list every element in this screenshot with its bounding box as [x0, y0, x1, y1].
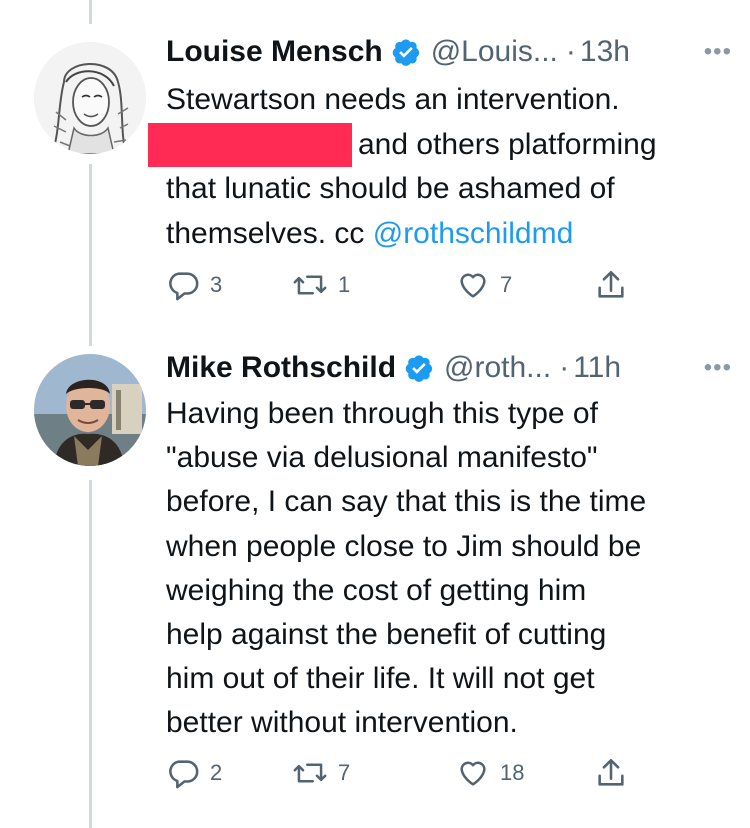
share-button[interactable] — [594, 756, 628, 790]
mention-link[interactable]: @rothschildmd — [373, 217, 574, 250]
more-options-icon[interactable]: ••• — [704, 32, 732, 72]
like-button[interactable]: 7 — [456, 268, 512, 302]
author-handle[interactable]: @Louis... — [431, 32, 558, 72]
tweet-actions: 2 7 18 — [166, 756, 646, 790]
tweet-louise-mensch[interactable]: Louise Mensch @Louis... · 13h ••• Stewar… — [0, 0, 750, 330]
author-name[interactable]: Mike Rothschild — [166, 348, 396, 388]
timestamp[interactable]: 11h — [573, 348, 621, 388]
avatar[interactable] — [34, 354, 146, 466]
separator-dot: · — [559, 351, 570, 384]
tweet-line: and others platforming — [148, 122, 736, 168]
heart-icon — [460, 273, 486, 298]
like-count: 18 — [500, 760, 525, 785]
author-handle[interactable]: @roth... — [444, 348, 551, 388]
verified-badge-icon — [405, 355, 433, 382]
share-button[interactable] — [594, 268, 628, 302]
tweet-line: him out of their life. It will not get — [166, 662, 595, 696]
tweet-line: help against the benefit of cutting — [166, 618, 607, 652]
reply-button[interactable]: 3 — [166, 268, 222, 302]
tweet-text: Stewartson needs an intervention. and ot… — [148, 78, 736, 257]
tweet-line: better without intervention. — [166, 706, 518, 740]
like-count: 7 — [500, 272, 513, 297]
retweet-icon — [293, 763, 327, 783]
reply-count: 3 — [210, 272, 223, 297]
verified-badge-icon — [392, 39, 419, 66]
tweet-line: weighing the cost of getting him — [166, 573, 587, 607]
reply-button[interactable]: 2 — [166, 756, 222, 790]
tweet-line-text: and others platforming — [358, 127, 657, 161]
share-icon — [598, 758, 624, 786]
reply-icon — [169, 760, 199, 789]
retweet-count: 7 — [338, 760, 351, 785]
author-name[interactable]: Louise Mensch — [166, 32, 383, 72]
avatar[interactable] — [34, 42, 146, 154]
redaction-block — [148, 122, 352, 167]
avatar-sketch-portrait — [34, 42, 146, 154]
tweet-header: Mike Rothschild @roth... · 11h ••• — [166, 348, 740, 388]
reply-icon — [169, 272, 199, 301]
like-button[interactable]: 18 — [456, 756, 524, 790]
tweet-line: when people close to Jim should be — [166, 529, 642, 563]
retweet-button[interactable]: 1 — [292, 268, 350, 302]
timestamp[interactable]: 13h — [580, 32, 630, 72]
more-options-icon[interactable]: ••• — [704, 348, 732, 388]
tweet-line: Stewartson needs an intervention. — [166, 83, 620, 116]
tweet-line: before, I can say that this is the time — [166, 485, 647, 519]
tweet-line: that lunatic should be ashamed of — [166, 172, 615, 205]
tweet-text: Having been through this type of "abuse … — [166, 392, 736, 746]
tweet-line: themselves. cc @rothschildmd — [166, 212, 736, 257]
tweet-mike-rothschild[interactable]: Mike Rothschild @roth... · 11h ••• Havin… — [0, 330, 750, 828]
share-icon — [598, 270, 624, 298]
tweet-header: Louise Mensch @Louis... · 13h ••• — [166, 32, 740, 72]
retweet-button[interactable]: 7 — [292, 756, 350, 790]
tweet-line: "abuse via delusional manifesto" — [166, 441, 598, 475]
retweet-count: 1 — [338, 272, 351, 297]
retweet-icon — [293, 275, 327, 295]
avatar-photo — [34, 354, 146, 466]
separator-dot: · — [565, 35, 576, 68]
heart-icon — [460, 761, 486, 786]
tweet-actions: 3 1 7 — [166, 268, 646, 302]
reply-count: 2 — [210, 760, 223, 785]
tweet-line-text: themselves. cc — [166, 216, 373, 250]
tweet-line: Having been through this type of — [166, 397, 598, 430]
